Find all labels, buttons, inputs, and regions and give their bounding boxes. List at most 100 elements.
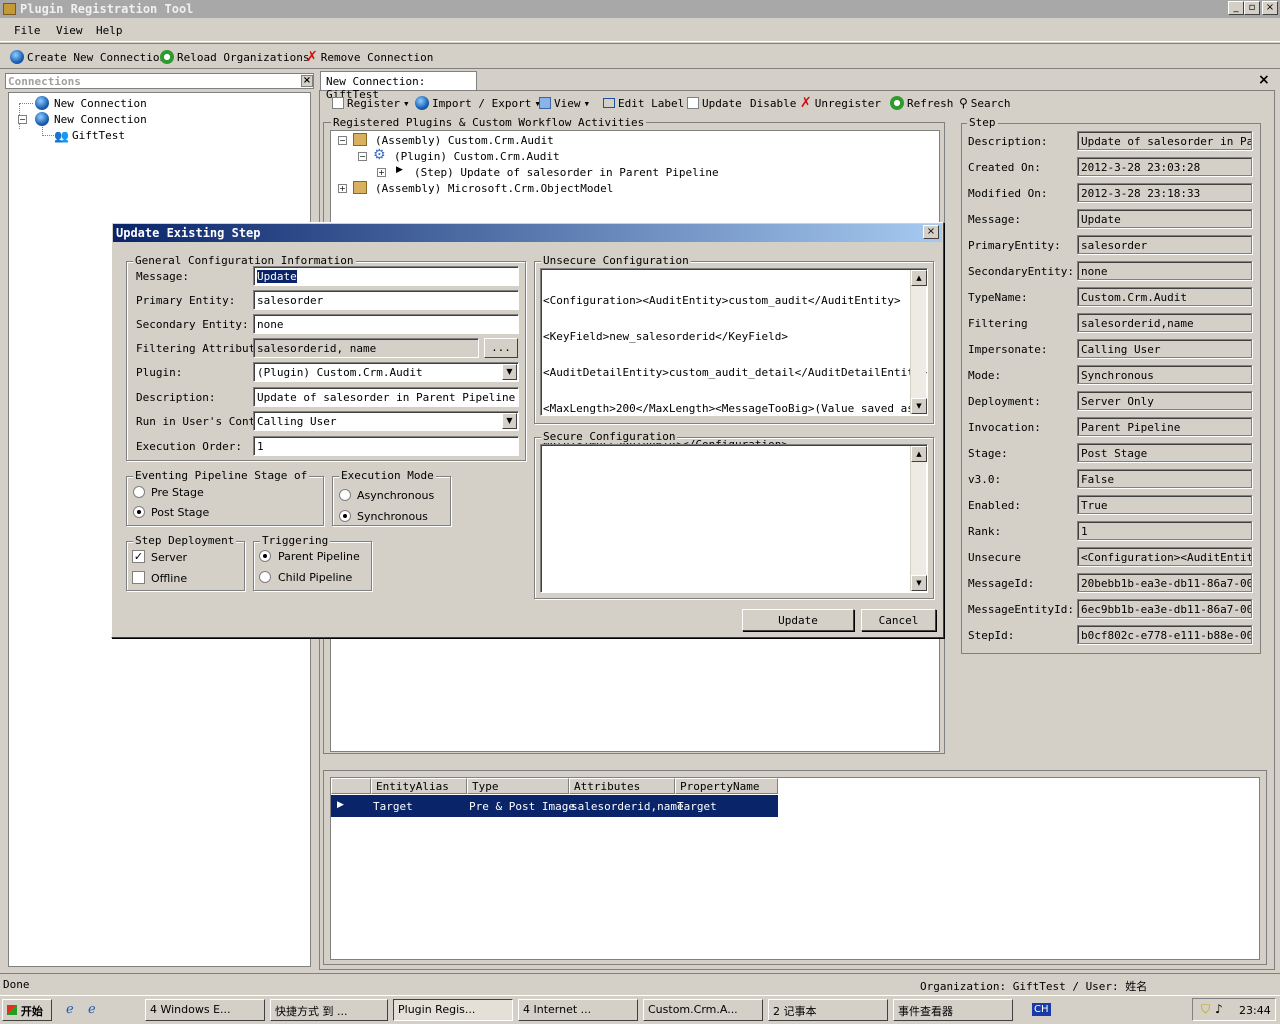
task-shortcut[interactable]: 快捷方式 到 ... <box>270 999 388 1021</box>
organization-item[interactable]: GiftTest <box>72 129 125 142</box>
tree-node-step[interactable]: (Step) Update of salesorder in Parent Pi… <box>414 166 719 179</box>
ie2-quicklaunch-icon[interactable]: ℯ <box>88 1002 96 1017</box>
reload-organizations-button[interactable]: Reload Organizations <box>160 48 309 66</box>
connection-item[interactable]: New Connection <box>54 97 147 110</box>
dialog-close-button[interactable]: × <box>923 225 939 239</box>
post-stage-radio[interactable] <box>133 506 145 518</box>
chevron-down-icon[interactable]: ▼ <box>502 413 517 429</box>
view-button[interactable]: View ▾ <box>539 94 590 112</box>
step-property-value[interactable]: b0cf802c-e778-e111-b88e-00037fa1d27c <box>1077 625 1252 644</box>
pre-stage-radio[interactable] <box>133 486 145 498</box>
description-input[interactable]: Update of salesorder in Parent Pipeline <box>253 387 519 407</box>
step-property-value[interactable]: Synchronous <box>1077 365 1252 384</box>
step-property-value[interactable]: Update of salesorder in Parent Pipeline <box>1077 131 1252 150</box>
step-property-value[interactable]: Server Only <box>1077 391 1252 410</box>
task-windows-explorer[interactable]: 4 Windows E... <box>145 999 265 1021</box>
step-property-value[interactable]: 2012-3-28 23:18:33 <box>1077 183 1252 202</box>
server-checkbox[interactable]: ✓ <box>132 550 145 563</box>
menu-view[interactable]: View <box>56 24 83 37</box>
step-property-value[interactable]: 20bebb1b-ea3e-db11-86a7-000a3a5473e8 <box>1077 573 1252 592</box>
parent-pipeline-radio[interactable] <box>259 550 271 562</box>
run-as-select[interactable]: Calling User ▼ <box>253 411 519 431</box>
dialog-cancel-button[interactable]: Cancel <box>861 609 936 631</box>
step-property-value[interactable]: <Configuration><AuditEntity>custom_audit… <box>1077 547 1252 566</box>
expand-icon[interactable]: + <box>377 168 386 177</box>
tree-node-assembly[interactable]: (Assembly) Microsoft.Crm.ObjectModel <box>375 182 613 195</box>
child-pipeline-radio[interactable] <box>259 571 271 583</box>
tree-node-plugin[interactable]: (Plugin) Custom.Crm.Audit <box>394 150 560 163</box>
dialog-update-button[interactable]: Update <box>742 609 854 631</box>
step-property-value[interactable]: salesorder <box>1077 235 1252 254</box>
column-header-attributes[interactable]: Attributes <box>569 778 675 794</box>
step-property-value[interactable]: False <box>1077 469 1252 488</box>
filtering-attributes-input[interactable]: salesorderid, name <box>253 338 479 358</box>
execution-order-input[interactable]: 1 <box>253 436 519 456</box>
refresh-button[interactable]: Refresh <box>890 94 953 112</box>
step-property-value[interactable]: Calling User <box>1077 339 1252 358</box>
column-header-type[interactable]: Type <box>467 778 569 794</box>
task-plugin-registration[interactable]: Plugin Regis... <box>393 999 513 1021</box>
step-property-value[interactable]: Parent Pipeline <box>1077 417 1252 436</box>
update-button[interactable]: Update <box>687 94 742 112</box>
start-button[interactable]: 开始 <box>2 999 52 1021</box>
ie-quicklaunch-icon[interactable]: ℯ <box>66 1002 74 1017</box>
collapse-icon[interactable]: − <box>18 115 27 124</box>
message-input[interactable]: Update <box>253 266 519 286</box>
menu-help[interactable]: Help <box>96 24 123 37</box>
scroll-down-icon[interactable]: ▼ <box>911 575 927 591</box>
secure-scrollbar[interactable]: ▲ ▼ <box>910 446 927 591</box>
column-header-propertyname[interactable]: PropertyName <box>675 778 778 794</box>
connection-item[interactable]: New Connection <box>54 113 147 126</box>
step-property-value[interactable]: 1 <box>1077 521 1252 540</box>
step-property-value[interactable]: True <box>1077 495 1252 514</box>
register-button[interactable]: Register ▾ <box>332 94 410 112</box>
step-property-value[interactable]: Post Stage <box>1077 443 1252 462</box>
collapse-icon[interactable]: − <box>338 136 347 145</box>
close-tab-icon[interactable]: × <box>1258 72 1270 88</box>
task-custom-crm[interactable]: Custom.Crm.A... <box>643 999 763 1021</box>
task-internet[interactable]: 4 Internet ... <box>518 999 638 1021</box>
menu-file[interactable]: File <box>14 24 41 37</box>
step-property-value[interactable]: 2012-3-28 23:03:28 <box>1077 157 1252 176</box>
scroll-up-icon[interactable]: ▲ <box>911 446 927 462</box>
step-property-value[interactable]: none <box>1077 261 1252 280</box>
expand-icon[interactable]: + <box>338 184 347 193</box>
chevron-down-icon[interactable]: ▼ <box>502 364 517 380</box>
plugin-select[interactable]: (Plugin) Custom.Crm.Audit ▼ <box>253 362 519 382</box>
column-header-entityalias[interactable]: EntityAlias <box>371 778 467 794</box>
speaker-icon[interactable]: ♪ <box>1215 1002 1223 1016</box>
synchronous-radio[interactable] <box>339 510 351 522</box>
collapse-icon[interactable]: − <box>358 152 367 161</box>
create-connection-button[interactable]: Create New Connection <box>10 48 166 66</box>
remove-connection-button[interactable]: ✗ Remove Connection <box>306 48 433 66</box>
tree-node-assembly[interactable]: (Assembly) Custom.Crm.Audit <box>375 134 554 147</box>
table-row[interactable]: ▶ Target Pre & Post Image salesorderid,n… <box>331 795 778 817</box>
filtering-browse-button[interactable]: ... <box>484 338 518 358</box>
shield-icon[interactable]: ⛉ <box>1201 1002 1210 1017</box>
task-notepad[interactable]: 2 记事本 <box>768 999 888 1021</box>
secure-config-textarea[interactable]: ▲ ▼ <box>540 444 928 593</box>
language-indicator[interactable]: CH <box>1032 1003 1051 1016</box>
step-property-value[interactable]: Custom.Crm.Audit <box>1077 287 1252 306</box>
unsecure-config-textarea[interactable]: <Configuration><AuditEntity>custom_audit… <box>540 268 928 451</box>
edit-label-button[interactable]: Edit Label <box>603 94 684 112</box>
task-event-viewer[interactable]: 事件查看器 <box>893 999 1013 1021</box>
tab-connection-gifttest[interactable]: New Connection: GiftTest <box>320 71 477 101</box>
secondary-entity-input[interactable]: none <box>253 314 519 334</box>
step-property-value[interactable]: salesorderid,name <box>1077 313 1252 332</box>
disable-button[interactable]: Disable <box>750 94 796 112</box>
minimize-button[interactable]: _ <box>1228 1 1244 15</box>
unregister-button[interactable]: ✗ Unregister <box>800 94 881 112</box>
step-property-value[interactable]: 6ec9bb1b-ea3e-db11-86a7-000a3a5473e8 <box>1077 599 1252 618</box>
scroll-down-icon[interactable]: ▼ <box>911 398 927 414</box>
close-connections-icon[interactable]: × <box>301 75 313 87</box>
unsecure-scrollbar[interactable]: ▲ ▼ <box>910 270 927 414</box>
step-property-value[interactable]: Update <box>1077 209 1252 228</box>
close-window-button[interactable]: × <box>1262 1 1278 15</box>
search-button[interactable]: ⚲ Search <box>959 94 1011 112</box>
offline-checkbox[interactable] <box>132 571 145 584</box>
import-export-button[interactable]: Import / Export ▾ <box>415 94 541 112</box>
primary-entity-input[interactable]: salesorder <box>253 290 519 310</box>
scroll-up-icon[interactable]: ▲ <box>911 270 927 286</box>
asynchronous-radio[interactable] <box>339 489 351 501</box>
